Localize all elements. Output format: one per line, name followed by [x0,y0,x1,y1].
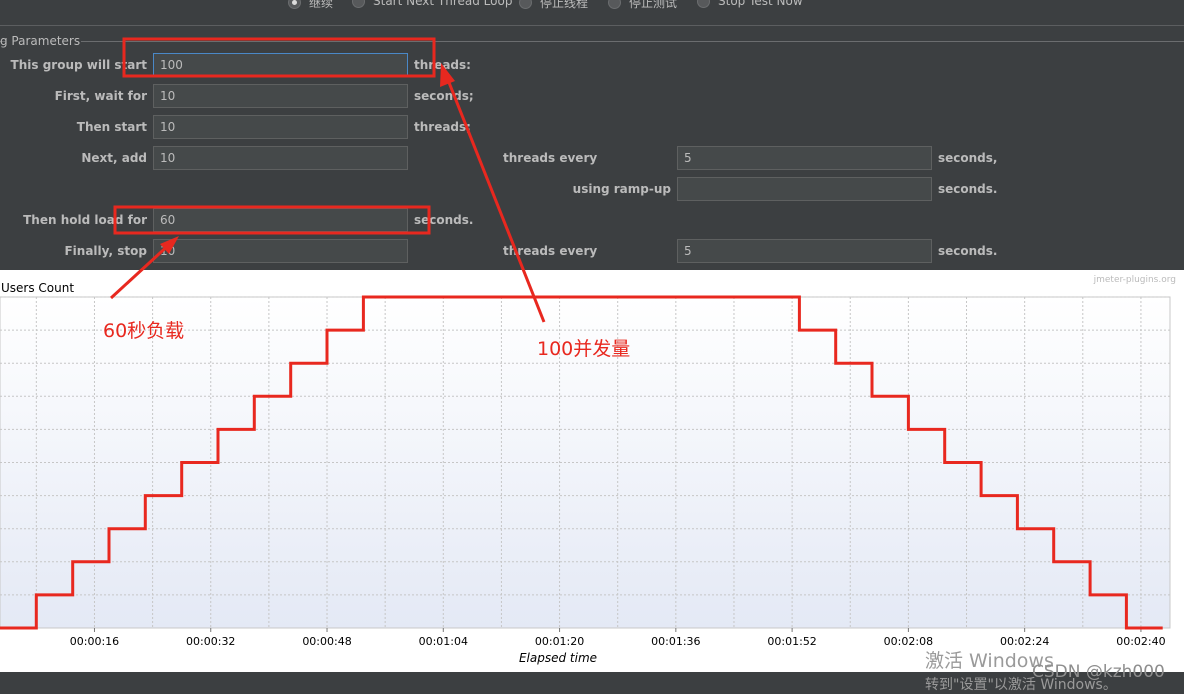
add-threads-input[interactable] [153,146,408,170]
x-axis-ticks: 00:00:16 00:00:32 00:00:48 00:01:04 00:01:20… [70,628,1166,648]
add-every-input[interactable] [677,146,932,170]
add-every-label: threads every [503,151,598,165]
radio-label: 停止线程 [540,0,589,10]
annotation-concurrency: 100并发量 [537,338,631,360]
chart-credit: jmeter-plugins.org [1093,275,1176,285]
start-threads-unit: threads: [414,58,471,72]
radio-stop-test-now[interactable]: Stop Test Now [697,0,803,8]
shutdown-every-input[interactable] [677,239,932,263]
start-threads-input[interactable] [153,53,408,77]
hold-load-unit: seconds. [414,213,474,227]
radio-icon [697,0,710,8]
initial-delay-unit: seconds; [414,89,474,103]
thread-group-panel: 继续 Start Next Thread Loop 停止线程 停止测试 Stop… [0,0,1184,268]
startup-threads-label: Then start [76,120,147,134]
hold-load-label: Then hold load for [23,213,147,227]
add-threads-label: Next, add [81,151,147,165]
x-tick-label: 00:02:40 [1116,635,1165,648]
hold-load-input[interactable] [153,208,408,232]
ramp-up-label: using ramp-up [572,182,671,196]
shutdown-threads-input[interactable] [153,239,408,263]
x-tick-label: 00:01:04 [419,635,468,648]
annotation-hold-load: 60秒负载 [103,320,185,342]
radio-selected-icon [288,0,301,9]
ramp-up-unit: seconds. [938,182,998,196]
x-tick-label: 00:01:20 [535,635,584,648]
radio-label: 继续 [309,0,334,10]
shutdown-every-unit: seconds. [938,244,998,258]
radio-stop-test[interactable]: 停止测试 [608,0,677,11]
radio-stop-thread[interactable]: 停止线程 [519,0,588,11]
radio-icon [608,0,621,9]
x-axis-label: Elapsed time [519,651,597,665]
divider [0,25,1184,26]
group-title: g Parameters [0,34,81,48]
shutdown-threads-label: Finally, stop [64,244,147,258]
group-border [81,41,1184,42]
sampler-error-action-row: 继续 Start Next Thread Loop 停止线程 停止测试 Stop… [0,0,1184,16]
start-threads-label: This group will start [10,58,147,72]
x-tick-label: 00:00:48 [302,635,351,648]
x-tick-label: 00:01:52 [767,635,816,648]
radio-label: Stop Test Now [718,0,803,8]
radio-continue[interactable]: 继续 [288,0,333,11]
startup-threads-unit: threads; [414,120,471,134]
x-tick-label: 00:01:36 [651,635,700,648]
watermark-credit: CSDN @kzh000 [1032,662,1165,682]
add-every-unit: seconds, [938,151,998,165]
radio-start-next-thread-loop[interactable]: Start Next Thread Loop [352,0,512,8]
initial-delay-input[interactable] [153,84,408,108]
radio-label: Start Next Thread Loop [373,0,513,8]
ramp-up-input[interactable] [677,177,932,201]
radio-icon [352,0,365,8]
radio-label: 停止测试 [629,0,678,10]
initial-delay-label: First, wait for [54,89,147,103]
x-tick-label: 00:00:32 [186,635,235,648]
shutdown-every-label: threads every [503,244,598,258]
chart-title: Users Count [1,281,74,295]
startup-threads-input[interactable] [153,115,408,139]
x-tick-label: 00:00:16 [70,635,119,648]
radio-icon [519,0,532,9]
